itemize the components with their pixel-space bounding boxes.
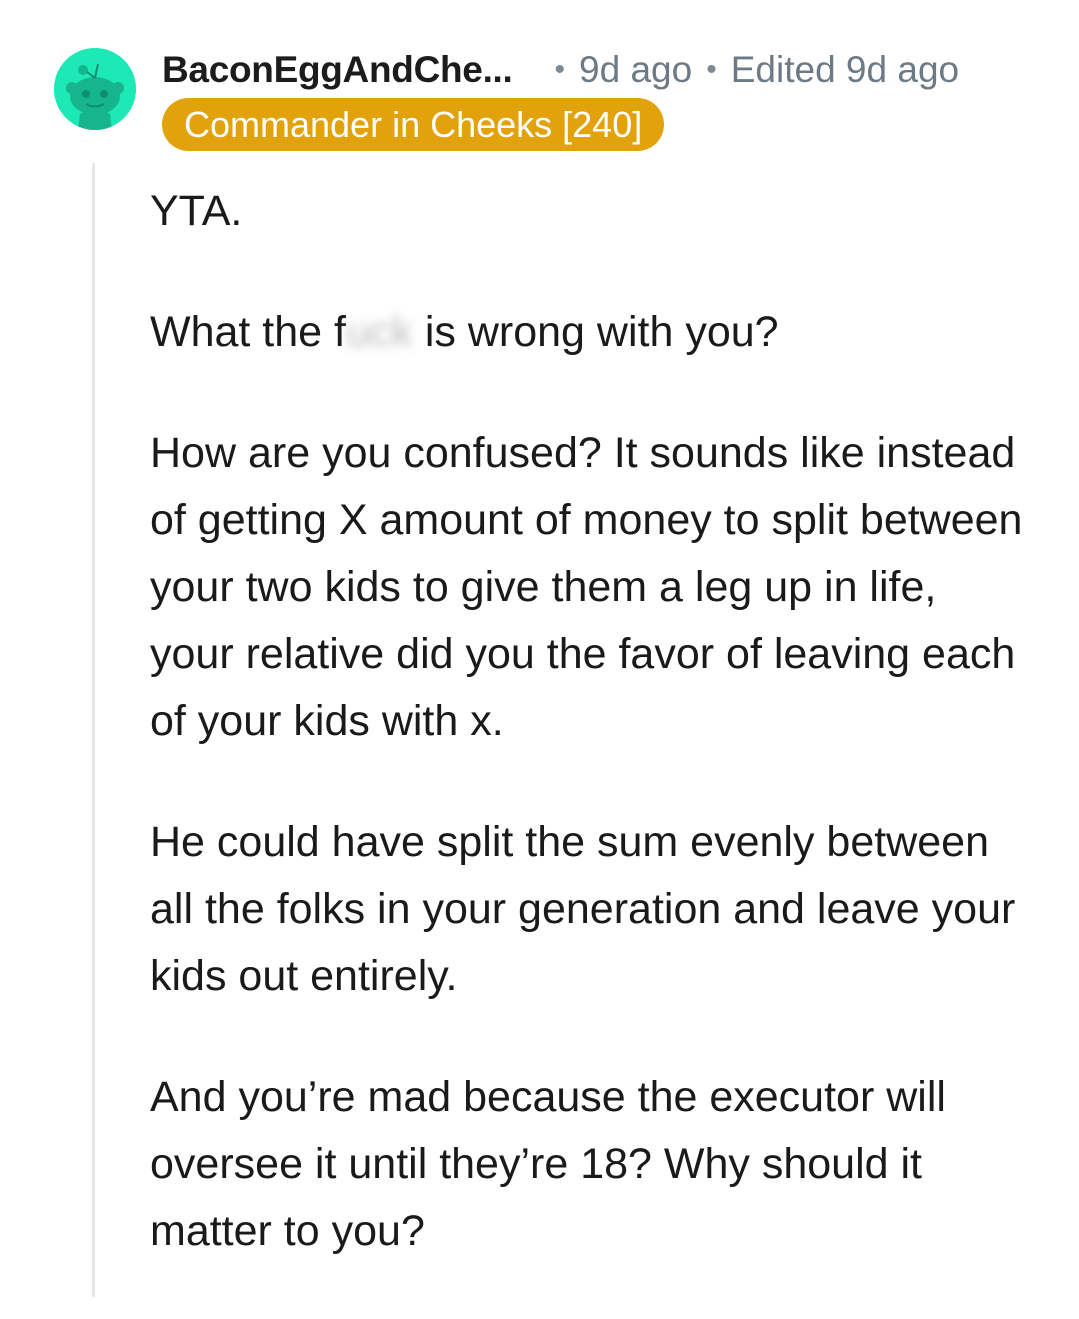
comment-paragraph: He could have split the sum evenly betwe…	[150, 818, 1016, 1000]
username[interactable]: BaconEggAndChe...	[162, 49, 513, 91]
comment-paragraph: And you’re mad because the executor will…	[150, 1073, 946, 1255]
paragraph-text: What the f	[150, 308, 346, 356]
avatar[interactable]	[54, 48, 136, 130]
comment-paragraph: How are you confused? It sounds like ins…	[150, 429, 1023, 745]
comment-paragraph: What the fuck is wrong with you?	[150, 299, 1030, 366]
comment-body: YTA. What the fuck is wrong with you? Ho…	[150, 178, 1030, 1319]
edited-label: Edited 9d ago	[730, 49, 960, 90]
snoo-avatar-icon	[54, 48, 136, 130]
paragraph-text: is wrong with you?	[412, 308, 779, 356]
comment-paragraph: YTA.	[150, 187, 243, 235]
separator-dot: •	[706, 53, 717, 86]
separator-dot: •	[554, 53, 566, 86]
censored-word: uck	[345, 308, 413, 356]
user-flair: Commander in Cheeks [240]	[162, 98, 665, 151]
thread-line[interactable]	[92, 163, 95, 1297]
comment-age: 9d ago	[579, 49, 693, 90]
comment-header: BaconEggAndChe... • 9d ago • Edited 9d a…	[162, 46, 959, 94]
